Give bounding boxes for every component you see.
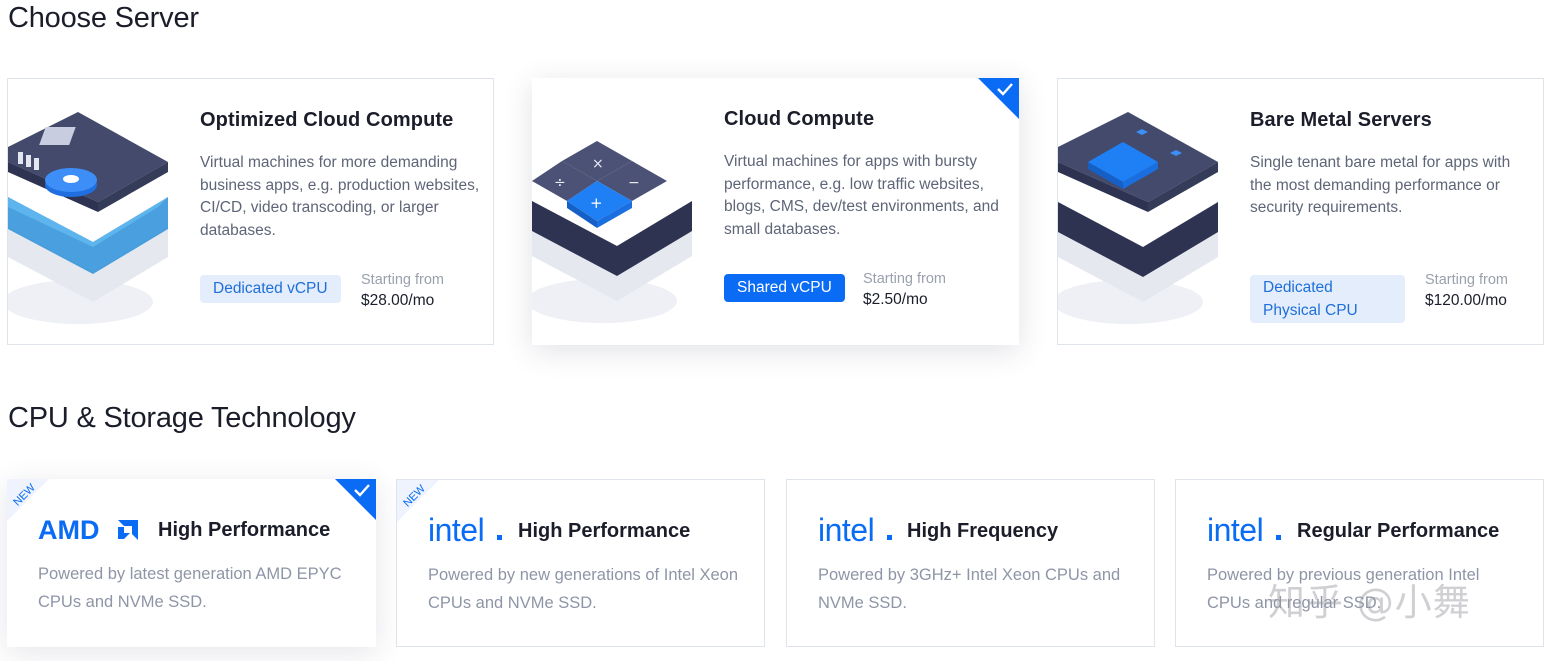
price-value: $28.00/mo <box>361 292 435 309</box>
price-label: Starting from <box>361 272 444 288</box>
cloud-compute-illustration: × − ÷ + <box>532 141 692 323</box>
svg-text:AMD: AMD <box>38 515 100 545</box>
svg-text:×: × <box>592 156 604 172</box>
svg-text:intel: intel <box>1207 514 1263 546</box>
svg-text:−: − <box>628 175 640 191</box>
cpu-option-description: Powered by latest generation AMD EPYC CP… <box>38 565 342 611</box>
optimized-cloud-compute-illustration <box>8 112 168 324</box>
server-description: Virtual machines for more demanding busi… <box>200 154 480 239</box>
cpu-option-name: High Performance <box>518 520 691 542</box>
cpu-option-intel-high-performance[interactable]: NEW intel High Performance Powered by ne… <box>396 479 765 647</box>
cpu-option-description: Powered by previous generation Intel CPU… <box>1207 566 1480 612</box>
cpu-type-badge: Dedicated vCPU <box>200 275 341 303</box>
server-name: Optimized Cloud Compute <box>200 109 454 131</box>
amd-logo-icon: AMD <box>38 515 138 545</box>
svg-text:÷: ÷ <box>554 175 566 191</box>
price-block: Starting from $2.50/mo <box>863 269 946 311</box>
cpu-type-badge: Dedicated Physical CPU <box>1250 275 1405 323</box>
section-title-cpu-storage: CPU & Storage Technology <box>8 402 356 434</box>
cpu-option-intel-regular-performance[interactable]: intel Regular Performance Powered by pre… <box>1175 479 1544 647</box>
section-title-choose-server: Choose Server <box>8 2 199 34</box>
cpu-option-name: High Frequency <box>907 520 1059 542</box>
price-value: $2.50/mo <box>863 291 928 308</box>
server-card-bare-metal[interactable]: Bare Metal Servers Single tenant bare me… <box>1057 78 1544 345</box>
server-description: Virtual machines for apps with bursty pe… <box>724 153 999 238</box>
cpu-option-name: Regular Performance <box>1297 520 1500 542</box>
svg-text:intel: intel <box>818 514 874 546</box>
cpu-option-name: High Performance <box>158 519 331 541</box>
server-name: Bare Metal Servers <box>1250 109 1432 131</box>
svg-text:+: + <box>590 194 603 212</box>
cpu-option-intel-high-frequency[interactable]: intel High Frequency Powered by 3GHz+ In… <box>786 479 1155 647</box>
price-value: $120.00/mo <box>1425 292 1507 309</box>
intel-logo-icon: intel <box>1207 514 1281 546</box>
server-name: Cloud Compute <box>724 108 875 130</box>
bare-metal-illustration <box>1058 112 1218 324</box>
cpu-type-badge: Shared vCPU <box>724 274 845 302</box>
check-corner-icon <box>978 78 1019 119</box>
cpu-option-description: Powered by 3GHz+ Intel Xeon CPUs and NVM… <box>818 566 1121 612</box>
server-description: Single tenant bare metal for apps with t… <box>1250 154 1511 217</box>
check-corner-icon <box>335 479 376 520</box>
price-block: Starting from $28.00/mo <box>361 270 444 312</box>
server-card-optimized-cloud-compute[interactable]: Optimized Cloud Compute Virtual machines… <box>7 78 494 345</box>
svg-text:intel: intel <box>428 514 484 546</box>
cpu-option-amd-high-performance[interactable]: NEW AMD High Performance Powered by late… <box>7 479 376 647</box>
intel-logo-icon: intel <box>818 514 892 546</box>
cpu-option-description: Powered by new generations of Intel Xeon… <box>428 566 739 612</box>
intel-logo-icon: intel <box>428 514 502 546</box>
price-label: Starting from <box>1425 272 1508 288</box>
price-block: Starting from $120.00/mo <box>1425 270 1508 312</box>
server-card-cloud-compute[interactable]: × − ÷ + Cloud Compute Virtual machines f… <box>532 78 1019 345</box>
price-label: Starting from <box>863 271 946 287</box>
